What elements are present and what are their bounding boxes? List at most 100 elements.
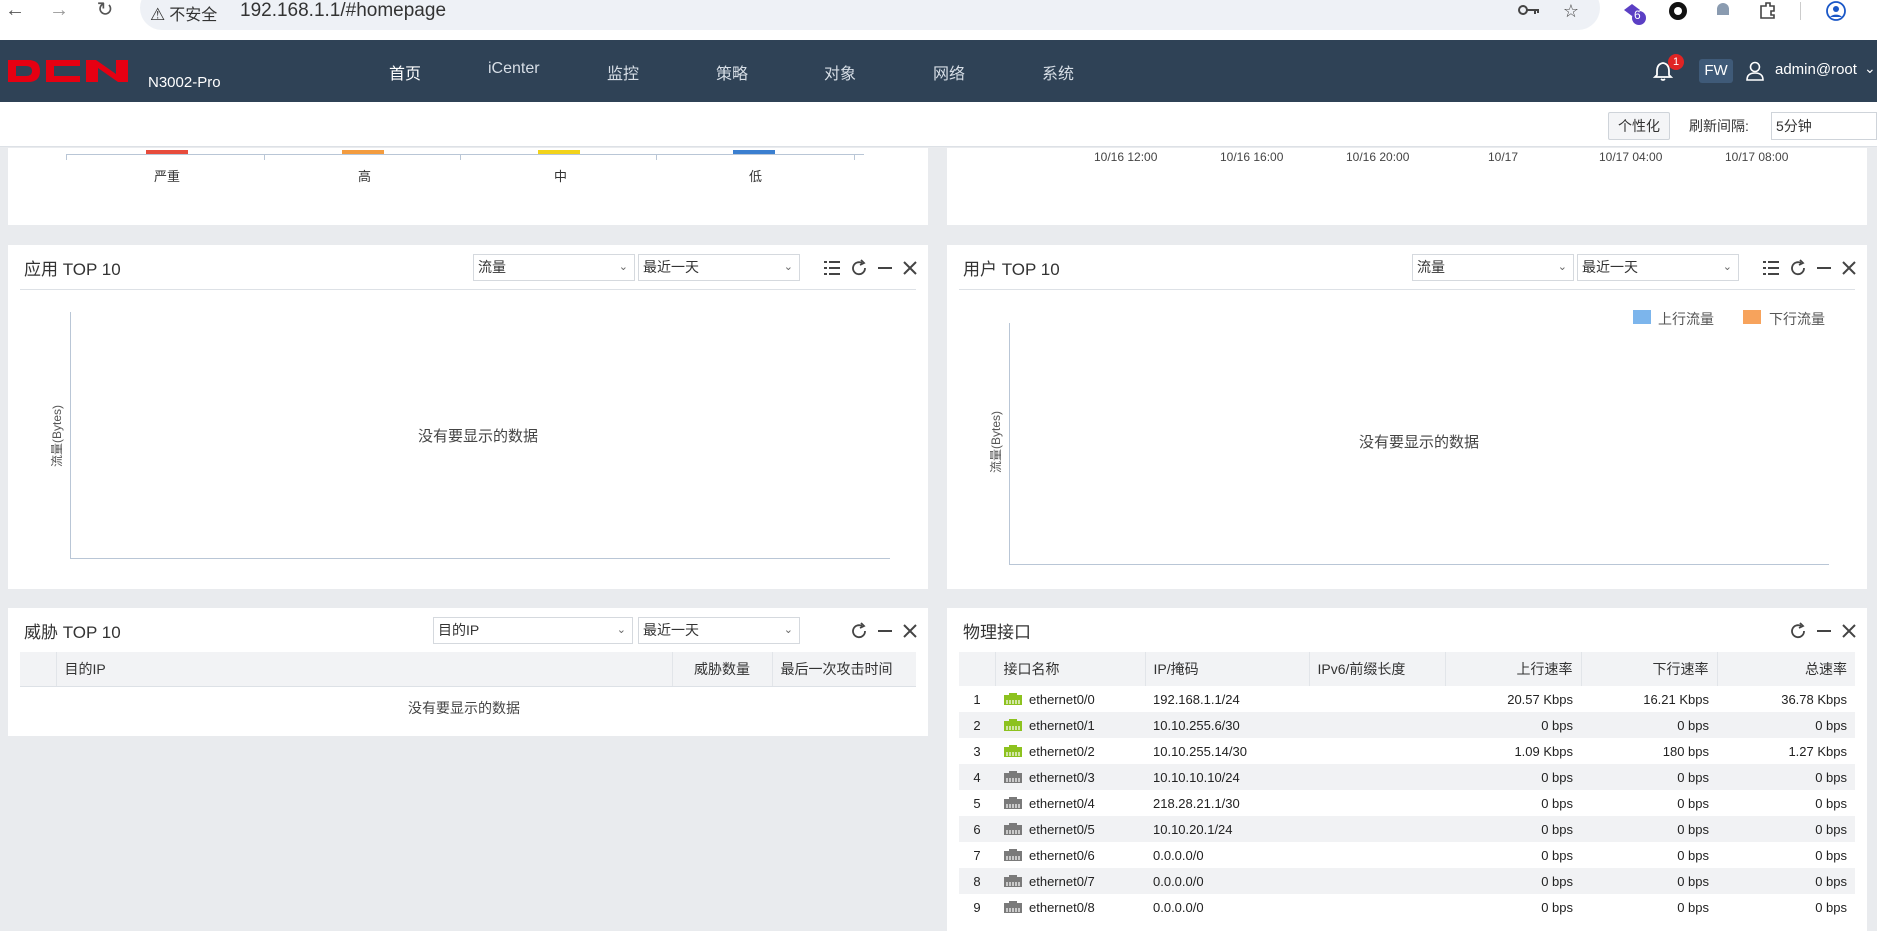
key-icon[interactable]: [1516, 0, 1542, 24]
interface-name: ethernet0/4: [1029, 795, 1095, 811]
dcn-logo[interactable]: [6, 56, 130, 86]
metric-select[interactable]: 目的IP ⌄: [433, 617, 633, 644]
menu-policy[interactable]: 策略: [716, 60, 748, 84]
ipv6-cell: [1309, 790, 1445, 816]
interface-name-cell[interactable]: ethernet0/7: [995, 868, 1145, 894]
mode-badge[interactable]: FW: [1699, 59, 1733, 83]
list-icon[interactable]: [823, 259, 841, 277]
interface-name: ethernet0/8: [1029, 899, 1095, 915]
user-name[interactable]: admin@root: [1775, 61, 1857, 78]
column-header[interactable]: IPv6/前缀长度: [1309, 652, 1446, 686]
ethernet-port-icon: [1004, 900, 1022, 913]
puzzle-extensions-icon[interactable]: [1755, 0, 1781, 24]
interfaces-table: 接口名称 IP/掩码 IPv6/前缀长度 上行速率 下行速率 总速率 1 ethe…: [959, 652, 1855, 920]
circle-extension-icon[interactable]: [1665, 0, 1691, 24]
column-header[interactable]: 总速率: [1717, 652, 1855, 686]
list-icon[interactable]: [1762, 259, 1780, 277]
profile-icon[interactable]: [1823, 0, 1849, 24]
column-header[interactable]: 威胁数量: [672, 652, 773, 686]
interface-name-cell[interactable]: ethernet0/5: [995, 816, 1145, 842]
x-axis: [1009, 564, 1829, 565]
table-row[interactable]: 3 ethernet0/2 10.10.255.14/30 1.09 Kbps 180 …: [959, 738, 1855, 764]
interface-name-cell[interactable]: ethernet0/0: [995, 686, 1145, 712]
minimize-icon[interactable]: [876, 259, 894, 277]
menu-monitor[interactable]: 监控: [607, 60, 639, 84]
table-row[interactable]: 8 ethernet0/7 0.0.0.0/0 0 bps 0 bps 0 bps: [959, 868, 1855, 894]
title-divider: [20, 289, 916, 290]
column-header[interactable]: 下行速率: [1581, 652, 1718, 686]
extension-icon[interactable]: [1620, 0, 1646, 25]
period-select[interactable]: 最近一天 ⌄: [1577, 254, 1739, 281]
y-axis-label: 流量(Bytes): [989, 410, 1003, 473]
close-icon[interactable]: [1840, 622, 1858, 640]
metric-select[interactable]: 流量 ⌄: [473, 254, 635, 281]
row-number: 7: [973, 847, 981, 863]
menu-object[interactable]: 对象: [824, 60, 856, 84]
interface-name-cell[interactable]: ethernet0/2: [995, 738, 1145, 764]
minimize-icon[interactable]: [1815, 622, 1833, 640]
url-text[interactable]: 192.168.1.1/#homepage: [240, 0, 446, 22]
close-icon[interactable]: [1840, 259, 1858, 277]
menu-network[interactable]: 网络: [933, 60, 965, 84]
chevron-down-icon: ⌄: [616, 624, 626, 636]
security-warning[interactable]: ⚠ 不安全: [150, 1, 217, 25]
chevron-down-icon[interactable]: ⌄: [1864, 60, 1876, 77]
title-divider: [959, 289, 1855, 290]
table-row[interactable]: 2 ethernet0/1 10.10.255.6/30 0 bps 0 bps 0 bp…: [959, 712, 1855, 738]
download-rate-cell: 16.21 Kbps: [1643, 691, 1709, 707]
column-header[interactable]: 上行速率: [1445, 652, 1582, 686]
bookmark-star-icon[interactable]: ☆: [1558, 0, 1584, 24]
menu-home[interactable]: 首页: [389, 60, 421, 84]
ip-cell: 10.10.255.14/30: [1153, 743, 1247, 759]
download-rate-cell: 0 bps: [1581, 712, 1717, 738]
ip-cell: 10.10.255.6/30: [1145, 712, 1309, 738]
menu-icenter[interactable]: iCenter: [488, 60, 540, 78]
table-row[interactable]: 1 ethernet0/0 192.168.1.1/24 20.57 Kbps 16.2…: [959, 686, 1855, 712]
interface-name-cell[interactable]: ethernet0/8: [995, 894, 1145, 920]
total-rate-cell: 0 bps: [1717, 764, 1855, 790]
table-row[interactable]: 9 ethernet0/8 0.0.0.0/0 0 bps 0 bps 0 bps: [959, 894, 1855, 920]
period-select[interactable]: 最近一天 ⌄: [638, 254, 800, 281]
close-icon[interactable]: [901, 622, 919, 640]
legend-label-upload[interactable]: 上行流量: [1658, 309, 1714, 329]
period-select[interactable]: 最近一天 ⌄: [638, 617, 800, 644]
personalize-button[interactable]: 个性化: [1608, 112, 1670, 140]
legend-label-download[interactable]: 下行流量: [1769, 309, 1825, 329]
refresh-icon[interactable]: [1789, 622, 1807, 640]
forward-icon[interactable]: →: [46, 0, 72, 22]
table-row[interactable]: 7 ethernet0/6 0.0.0.0/0 0 bps 0 bps 0 bps: [959, 842, 1855, 868]
reload-icon[interactable]: ↻: [92, 0, 118, 22]
interface-name-cell[interactable]: ethernet0/3: [995, 764, 1145, 790]
chevron-down-icon: ⌄: [783, 624, 793, 636]
column-header[interactable]: IP/掩码: [1145, 652, 1310, 686]
table-row[interactable]: 6 ethernet0/5 10.10.20.1/24 0 bps 0 bps 0 bps: [959, 816, 1855, 842]
metric-select[interactable]: 流量 ⌄: [1412, 254, 1574, 281]
minimize-icon[interactable]: [1815, 259, 1833, 277]
refresh-interval-select[interactable]: 5分钟: [1771, 112, 1877, 140]
interface-name-cell[interactable]: ethernet0/6: [995, 842, 1145, 868]
column-header[interactable]: 最后一次攻击时间: [772, 652, 916, 686]
interface-name-cell[interactable]: ethernet0/4: [995, 790, 1145, 816]
column-header[interactable]: 接口名称: [995, 652, 1146, 686]
refresh-icon[interactable]: [1789, 259, 1807, 277]
refresh-icon[interactable]: [850, 622, 868, 640]
interface-name-cell[interactable]: ethernet0/1: [995, 712, 1145, 738]
android-icon[interactable]: [1710, 0, 1736, 24]
close-icon[interactable]: [901, 259, 919, 277]
minimize-icon[interactable]: [876, 622, 894, 640]
table-row[interactable]: 4 ethernet0/3 10.10.10.10/24 0 bps 0 bps 0 bp…: [959, 764, 1855, 790]
user-icon[interactable]: [1745, 60, 1765, 82]
y-axis-label: 流量(Bytes): [50, 404, 64, 467]
column-header[interactable]: 目的IP: [56, 652, 673, 686]
legend-swatch-download[interactable]: [1743, 310, 1761, 324]
row-number: 6: [959, 816, 995, 842]
back-icon[interactable]: ←: [2, 0, 28, 22]
panel-title: 物理接口: [963, 623, 1031, 642]
severity-bar-medium: [538, 150, 580, 154]
severity-label-high: 高: [358, 169, 372, 184]
table-row[interactable]: 5 ethernet0/4 218.28.21.1/30 0 bps 0 bps 0 bp…: [959, 790, 1855, 816]
refresh-icon[interactable]: [850, 259, 868, 277]
legend-swatch-upload[interactable]: [1633, 310, 1651, 324]
severity-bar-low: [733, 150, 775, 154]
menu-system[interactable]: 系统: [1042, 60, 1074, 84]
